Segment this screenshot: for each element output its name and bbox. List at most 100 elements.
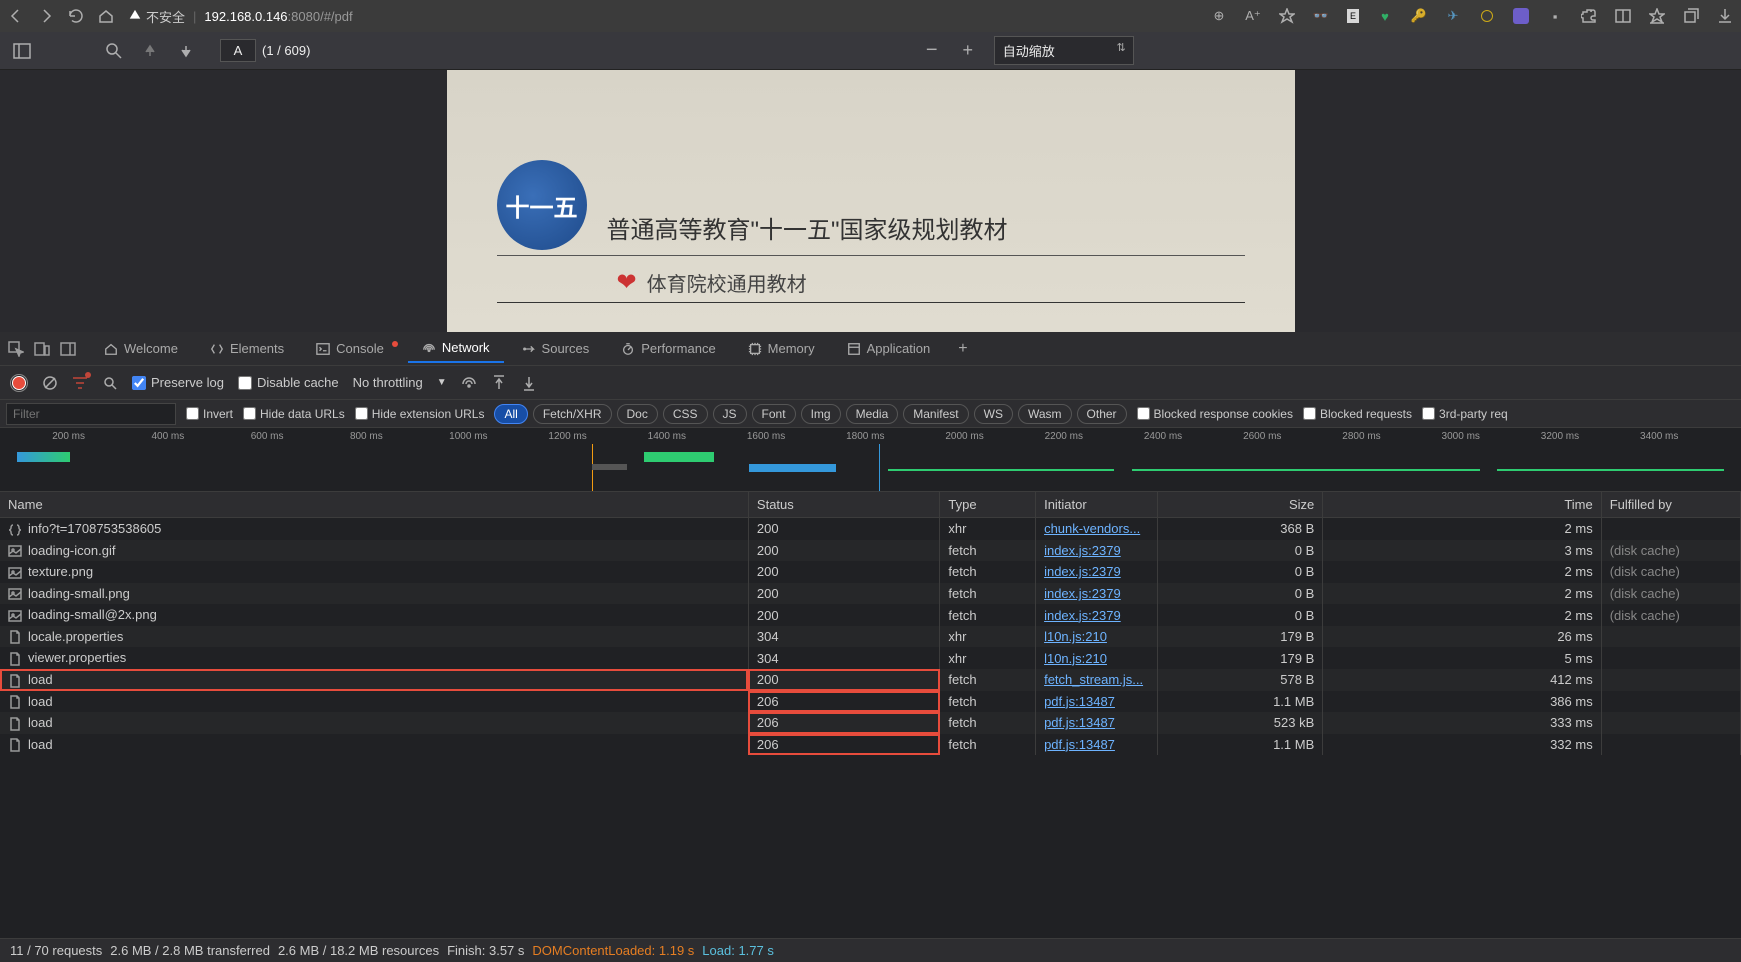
wifi-icon[interactable] bbox=[461, 375, 477, 391]
prev-page-icon[interactable] bbox=[140, 41, 160, 61]
col-type[interactable]: Type bbox=[940, 492, 1036, 518]
filter-pill-media[interactable]: Media bbox=[846, 404, 899, 424]
next-page-icon[interactable] bbox=[176, 41, 196, 61]
record-button[interactable] bbox=[10, 374, 28, 392]
sidebar-toggle-icon[interactable] bbox=[12, 41, 32, 61]
network-status-bar: 11 / 70 requests 2.6 MB / 2.8 MB transfe… bbox=[0, 938, 1741, 962]
tab-application[interactable]: Application bbox=[833, 335, 945, 362]
zoom-in-icon[interactable]: + bbox=[958, 41, 978, 61]
filter-pill-other[interactable]: Other bbox=[1077, 404, 1127, 424]
zoom-out-icon[interactable]: − bbox=[922, 41, 942, 61]
col-initiator[interactable]: Initiator bbox=[1036, 492, 1158, 518]
extensions-icon[interactable] bbox=[1581, 8, 1597, 24]
forward-icon[interactable] bbox=[38, 8, 54, 24]
dock-icon[interactable] bbox=[60, 341, 76, 357]
tab-performance[interactable]: Performance bbox=[607, 335, 729, 362]
ext-7-icon[interactable] bbox=[1513, 8, 1529, 24]
ext-5-icon[interactable]: ✈ bbox=[1445, 8, 1461, 24]
ext-1-icon[interactable]: 👓 bbox=[1313, 8, 1329, 24]
tab-console[interactable]: Console bbox=[302, 335, 404, 362]
inspect-icon[interactable] bbox=[8, 341, 24, 357]
col-status[interactable]: Status bbox=[748, 492, 939, 518]
ext-6-icon[interactable] bbox=[1479, 8, 1495, 24]
third-party-checkbox[interactable]: 3rd-party req bbox=[1422, 407, 1508, 421]
table-row[interactable]: locale.properties304xhrl10n.js:210179 B2… bbox=[0, 626, 1741, 648]
filter-toggle-icon[interactable] bbox=[72, 375, 88, 391]
network-timeline[interactable]: 200 ms400 ms600 ms800 ms1000 ms1200 ms14… bbox=[0, 428, 1741, 492]
device-icon[interactable] bbox=[34, 341, 50, 357]
filter-pill-font[interactable]: Font bbox=[752, 404, 796, 424]
timeline-tick: 3400 ms bbox=[1640, 431, 1678, 442]
hide-ext-urls-checkbox[interactable]: Hide extension URLs bbox=[355, 407, 485, 421]
ext-8-icon[interactable]: ▪ bbox=[1547, 8, 1563, 24]
ext-3-icon[interactable]: ♥ bbox=[1377, 8, 1393, 24]
tab-network[interactable]: Network bbox=[408, 334, 504, 363]
upload-icon[interactable] bbox=[491, 375, 507, 391]
preserve-log-checkbox[interactable]: Preserve log bbox=[132, 375, 224, 390]
blocked-cookies-checkbox[interactable]: Blocked response cookies bbox=[1137, 407, 1293, 421]
ext-4-icon[interactable]: 🔑 bbox=[1411, 8, 1427, 24]
filter-pill-all[interactable]: All bbox=[494, 404, 527, 424]
pdf-page: 十一五 普通高等教育"十一五"国家级规划教材 ❤体育院校通用教材 bbox=[447, 70, 1295, 332]
zoom-icon[interactable]: ⊕ bbox=[1211, 8, 1227, 24]
col-size[interactable]: Size bbox=[1157, 492, 1322, 518]
col-fulfilled[interactable]: Fulfilled by bbox=[1601, 492, 1740, 518]
table-row[interactable]: load200fetchfetch_stream.js...578 B412 m… bbox=[0, 669, 1741, 691]
filter-pill-wasm[interactable]: Wasm bbox=[1018, 404, 1072, 424]
download-icon[interactable] bbox=[521, 375, 537, 391]
filter-pill-fetchxhr[interactable]: Fetch/XHR bbox=[533, 404, 612, 424]
filter-pill-js[interactable]: JS bbox=[713, 404, 747, 424]
home-icon[interactable] bbox=[98, 8, 114, 24]
pdf-viewport[interactable]: 十一五 普通高等教育"十一五"国家级规划教材 ❤体育院校通用教材 bbox=[0, 70, 1741, 332]
zoom-select[interactable]: 自动缩放 bbox=[994, 36, 1134, 65]
col-time[interactable]: Time bbox=[1323, 492, 1601, 518]
filter-pill-css[interactable]: CSS bbox=[663, 404, 708, 424]
status-dom: DOMContentLoaded: 1.19 s bbox=[532, 943, 694, 958]
favorite-icon[interactable] bbox=[1279, 8, 1295, 24]
ext-2-icon[interactable]: E bbox=[1347, 9, 1359, 23]
read-aloud-icon[interactable]: A⁺ bbox=[1245, 8, 1261, 24]
table-row[interactable]: info?t=1708753538605200xhrchunk-vendors.… bbox=[0, 518, 1741, 540]
page-letter-box[interactable]: A bbox=[220, 39, 256, 62]
filter-pill-img[interactable]: Img bbox=[801, 404, 841, 424]
disable-cache-checkbox[interactable]: Disable cache bbox=[238, 375, 339, 390]
downloads-icon[interactable] bbox=[1717, 8, 1733, 24]
filter-input[interactable] bbox=[6, 403, 176, 425]
tab-more[interactable]: + bbox=[948, 334, 977, 364]
filter-pill-doc[interactable]: Doc bbox=[617, 404, 658, 424]
table-row[interactable]: viewer.properties304xhrl10n.js:210179 B5… bbox=[0, 647, 1741, 669]
split-icon[interactable] bbox=[1615, 8, 1631, 24]
timeline-tick: 2200 ms bbox=[1045, 431, 1083, 442]
table-row[interactable]: load206fetchpdf.js:134871.1 MB332 ms bbox=[0, 734, 1741, 756]
timeline-load-marker bbox=[879, 444, 880, 491]
filter-pill-ws[interactable]: WS bbox=[974, 404, 1013, 424]
table-row[interactable]: loading-icon.gif200fetchindex.js:23790 B… bbox=[0, 540, 1741, 562]
table-row[interactable]: texture.png200fetchindex.js:23790 B2 ms(… bbox=[0, 561, 1741, 583]
clear-icon[interactable] bbox=[42, 375, 58, 391]
collections-icon[interactable] bbox=[1683, 8, 1699, 24]
table-row[interactable]: loading-small@2x.png200fetchindex.js:237… bbox=[0, 604, 1741, 626]
search-icon[interactable] bbox=[104, 41, 124, 61]
throttling-select[interactable]: No throttling bbox=[353, 375, 423, 390]
tab-elements[interactable]: Elements bbox=[196, 335, 298, 362]
table-row[interactable]: loading-small.png200fetchindex.js:23790 … bbox=[0, 583, 1741, 605]
file-icon bbox=[8, 717, 22, 731]
tab-welcome[interactable]: Welcome bbox=[90, 335, 192, 362]
hide-data-urls-checkbox[interactable]: Hide data URLs bbox=[243, 407, 345, 421]
back-icon[interactable] bbox=[8, 8, 24, 24]
table-row[interactable]: load206fetchpdf.js:13487523 kB333 ms bbox=[0, 712, 1741, 734]
network-table[interactable]: Name Status Type Initiator Size Time Ful… bbox=[0, 492, 1741, 938]
col-name[interactable]: Name bbox=[0, 492, 748, 518]
table-row[interactable]: load206fetchpdf.js:134871.1 MB386 ms bbox=[0, 691, 1741, 713]
tab-sources[interactable]: Sources bbox=[508, 335, 604, 362]
favorites-bar-icon[interactable] bbox=[1649, 8, 1665, 24]
filter-pill-manifest[interactable]: Manifest bbox=[903, 404, 968, 424]
search-icon[interactable] bbox=[102, 375, 118, 391]
invert-checkbox[interactable]: Invert bbox=[186, 407, 233, 421]
url-box[interactable]: 不安全 | 192.168.0.146:8080/#/pdf bbox=[128, 7, 1197, 26]
tab-memory[interactable]: Memory bbox=[734, 335, 829, 362]
file-icon bbox=[8, 695, 22, 709]
blocked-requests-checkbox[interactable]: Blocked requests bbox=[1303, 407, 1412, 421]
refresh-icon[interactable] bbox=[68, 8, 84, 24]
file-icon bbox=[8, 523, 22, 537]
